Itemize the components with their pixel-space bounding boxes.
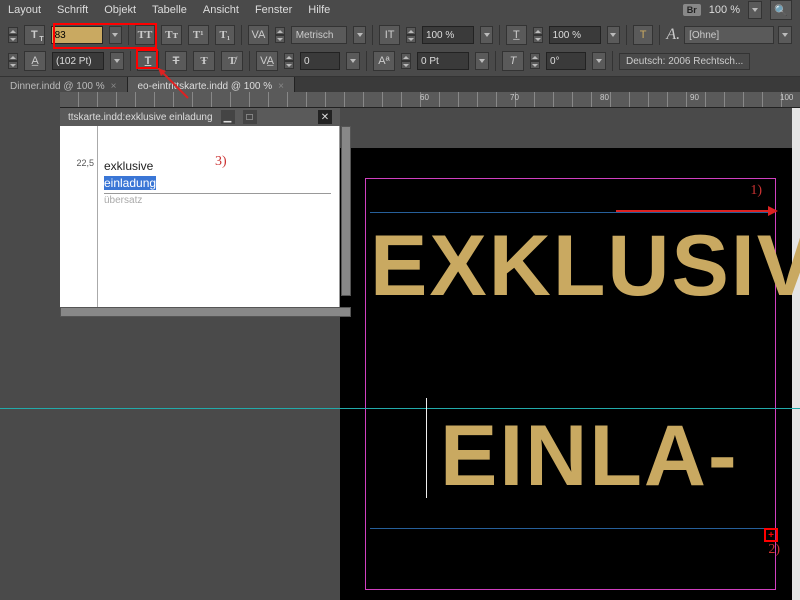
skew-icon: T [502, 51, 524, 71]
tracking-input[interactable] [300, 52, 340, 70]
nobreak-icon[interactable]: T̸ [221, 51, 243, 71]
control-panel: TT TT Tᴛ T¹ T₁ VA Metrisch IT T̲ T A. [O… [0, 20, 800, 77]
story-editor-titlebar[interactable]: ttskarte.indd:exklusive einladung ▁ □ ✕ [60, 108, 340, 126]
annotation-1: 1) [750, 183, 762, 199]
close-icon[interactable]: × [278, 81, 284, 92]
baseline-guide [370, 212, 772, 213]
close-icon[interactable]: ✕ [318, 110, 332, 124]
nudge-baseline[interactable] [401, 53, 411, 69]
minimize-icon[interactable]: ▁ [221, 110, 235, 124]
superscript-icon[interactable]: T¹ [188, 25, 209, 45]
fontsize-dropdown[interactable] [109, 26, 122, 44]
story-overset-label: übersatz [104, 194, 331, 208]
baseline-input[interactable] [417, 52, 469, 70]
story-paragraph-column: 22,5 [60, 126, 98, 315]
fill-color-icon[interactable]: T [633, 25, 654, 45]
menu-layout[interactable]: Layout [8, 4, 41, 16]
tab-label: eo-eintrittskarte.indd @ 100 % [138, 81, 273, 92]
nudge-kerning[interactable] [275, 27, 285, 43]
overset-indicator-icon[interactable]: + [764, 528, 778, 542]
leading-dropdown[interactable] [110, 52, 124, 70]
charstyle-select[interactable]: [Ohne] [684, 26, 774, 44]
story-editor-window: 22,5 exklusive einladung übersatz 3) [60, 126, 340, 316]
ruler-tick: 60 [420, 93, 429, 102]
bridge-icon[interactable]: Br [683, 4, 701, 16]
hscale-input[interactable] [549, 26, 601, 44]
menu-hilfe[interactable]: Hilfe [308, 4, 330, 16]
baseline-dropdown[interactable] [475, 52, 489, 70]
menu-objekt[interactable]: Objekt [104, 4, 136, 16]
language-select[interactable]: Deutsch: 2006 Rechtsch... [619, 53, 750, 70]
scrollbar-horizontal[interactable] [60, 307, 351, 317]
maximize-icon[interactable]: □ [243, 110, 257, 124]
nudge-hscale[interactable] [533, 27, 543, 43]
nudge-leading[interactable] [8, 53, 18, 69]
allcaps-icon[interactable]: TT [135, 25, 156, 45]
annotation-arrow-icon [616, 210, 776, 212]
tracking-icon: VA̲ [256, 51, 278, 71]
workspace: ttskarte.indd:exklusive einladung ▁ □ ✕ … [0, 108, 800, 600]
annotation-2: 2) [768, 542, 780, 558]
charstyle-dropdown[interactable] [778, 26, 792, 44]
nudge-skew[interactable] [530, 53, 540, 69]
annotation-3: 3) [215, 154, 227, 170]
story-line-selected: einladung [104, 176, 156, 190]
scrollbar-vertical[interactable] [341, 126, 351, 296]
baseline-guide [370, 528, 772, 529]
leading-icon: A̲ [24, 51, 46, 71]
horizontal-ruler[interactable]: 60 70 80 90 100 [60, 92, 800, 108]
hscale-icon: T̲ [506, 25, 527, 45]
nudge-tracking[interactable] [284, 53, 294, 69]
vscale-icon: IT [379, 25, 400, 45]
kerning-dropdown[interactable] [353, 26, 366, 44]
skew-dropdown[interactable] [592, 52, 606, 70]
ruler-tick: 80 [600, 93, 609, 102]
vertical-ruler[interactable] [0, 108, 60, 600]
tab-label: Dinner.indd @ 100 % [10, 81, 105, 92]
ruler-tick: 100 [780, 93, 793, 102]
menu-ansicht[interactable]: Ansicht [203, 4, 239, 16]
zoom-dropdown[interactable] [748, 1, 762, 19]
underline-icon[interactable]: T [137, 51, 159, 71]
document-canvas[interactable]: EXKLUSIVE EINLA- 1) 2) + [340, 148, 792, 600]
search-icon[interactable]: 🔍 [770, 0, 792, 20]
menu-tabelle[interactable]: Tabelle [152, 4, 187, 16]
vscale-dropdown[interactable] [480, 26, 493, 44]
menu-fenster[interactable]: Fenster [255, 4, 292, 16]
strikethrough-icon[interactable]: T [165, 51, 187, 71]
nudge-fontsize[interactable] [8, 27, 18, 43]
zoom-display[interactable]: 100 % [709, 4, 740, 16]
nudge-vscale[interactable] [406, 27, 416, 43]
smallcaps-icon[interactable]: Tᴛ [161, 25, 182, 45]
text-cursor [426, 398, 427, 498]
kerning-select[interactable]: Metrisch [291, 26, 348, 44]
paragraph-style-label: 22,5 [60, 158, 94, 168]
scrollbar-gutter[interactable] [792, 108, 800, 600]
tracking-dropdown[interactable] [346, 52, 360, 70]
leading-input[interactable] [52, 52, 104, 70]
close-icon[interactable]: × [111, 81, 117, 92]
text-line-2: EINLA- [440, 413, 739, 499]
menu-schrift[interactable]: Schrift [57, 4, 88, 16]
charstyle-icon: A. [666, 26, 680, 44]
kerning-icon: VA [248, 25, 269, 45]
ruler-tick: 90 [690, 93, 699, 102]
skew-input[interactable] [546, 52, 586, 70]
story-editor-title: ttskarte.indd:exklusive einladung [68, 112, 213, 123]
baseline-icon: Aª [373, 51, 395, 71]
text-line-1: EXKLUSIVE [370, 223, 800, 309]
ruler-tick: 70 [510, 93, 519, 102]
subscript-icon[interactable]: T₁ [215, 25, 236, 45]
hscale-dropdown[interactable] [607, 26, 620, 44]
fontsize-icon: TT [24, 25, 45, 45]
ligature-icon[interactable]: Ŧ [193, 51, 215, 71]
fontsize-input[interactable] [51, 26, 103, 44]
app-menubar: Layout Schrift Objekt Tabelle Ansicht Fe… [0, 0, 800, 20]
vscale-input[interactable] [422, 26, 474, 44]
